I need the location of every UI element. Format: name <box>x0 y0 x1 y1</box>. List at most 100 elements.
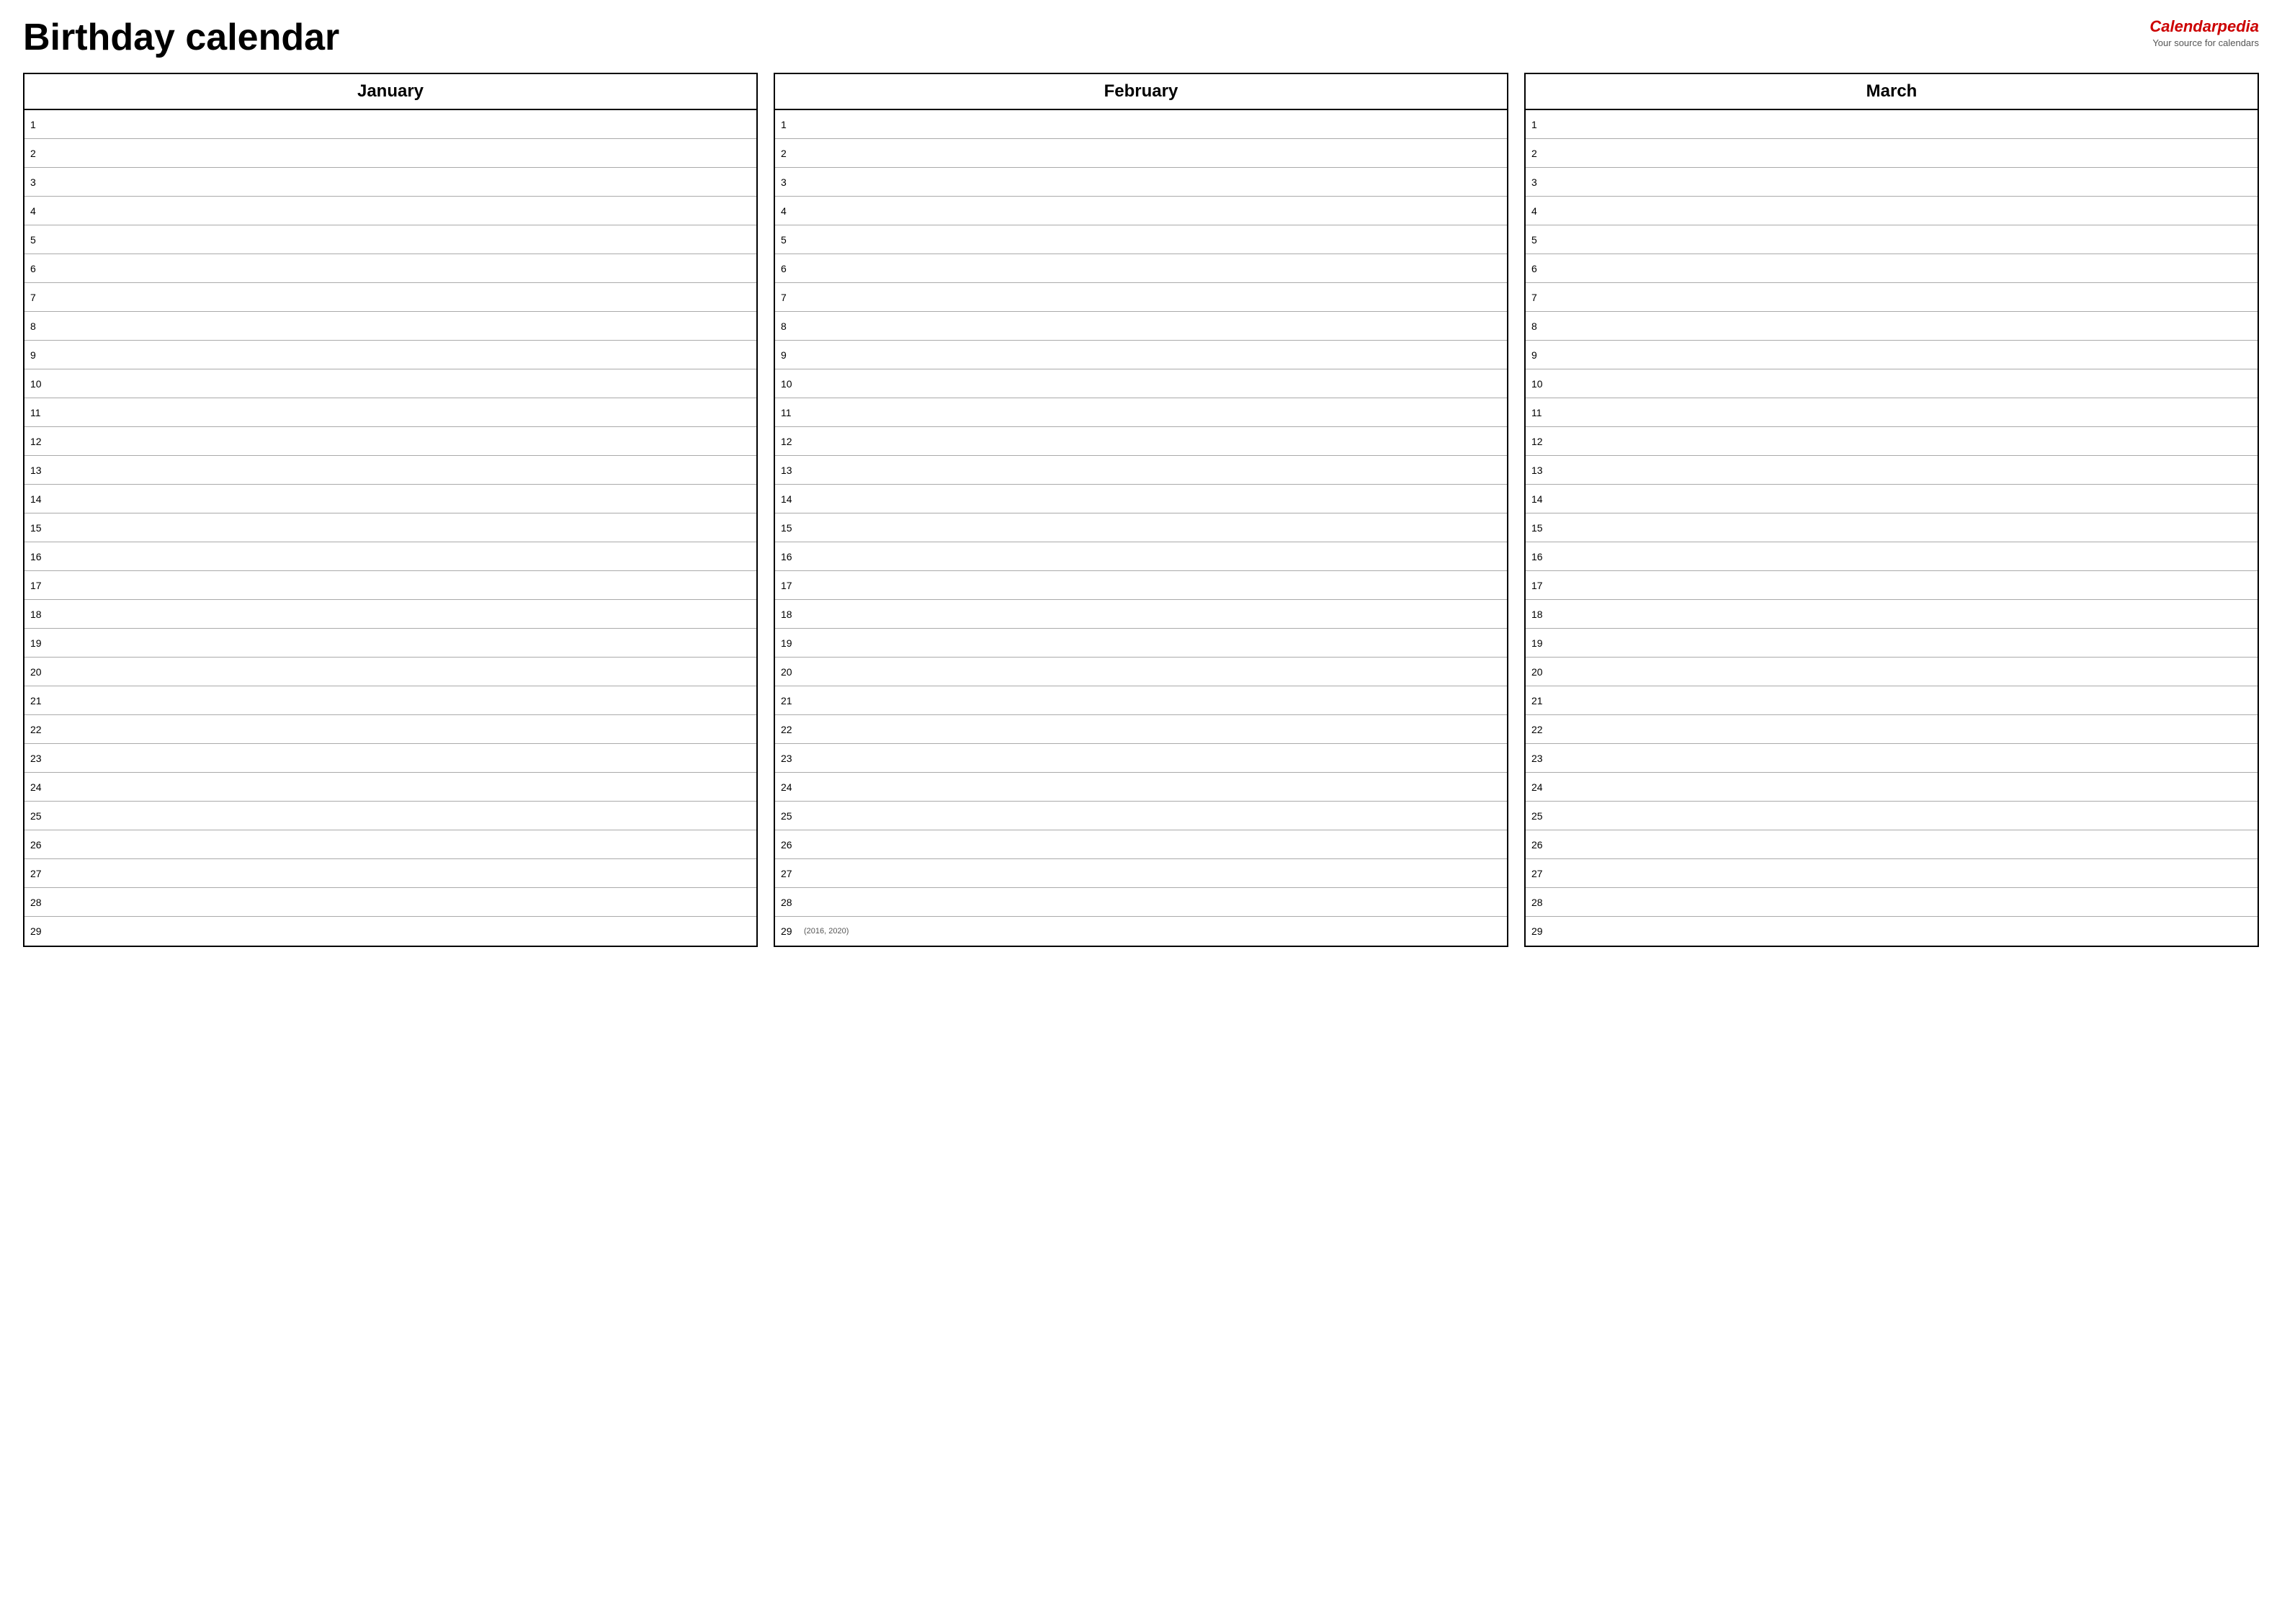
day-number: 2 <box>775 145 801 162</box>
day-number: 26 <box>24 836 50 853</box>
month-header-february: February <box>775 74 1507 110</box>
day-row: 7 <box>775 283 1507 312</box>
logo-subtitle: Your source for calendars <box>2149 37 2259 48</box>
day-number: 4 <box>775 202 801 220</box>
day-number: 4 <box>1526 202 1552 220</box>
day-row: 1 <box>775 110 1507 139</box>
day-number: 29 <box>775 923 801 940</box>
day-row: 18 <box>775 600 1507 629</box>
day-number: 12 <box>775 433 801 450</box>
day-row: 3 <box>24 168 756 197</box>
day-number: 10 <box>24 375 50 392</box>
day-row: 14 <box>775 485 1507 513</box>
day-row: 14 <box>1526 485 2258 513</box>
day-row: 27 <box>24 859 756 888</box>
day-row: 20 <box>775 658 1507 686</box>
day-row: 2 <box>775 139 1507 168</box>
day-row: 6 <box>1526 254 2258 283</box>
day-number: 9 <box>1526 346 1552 364</box>
day-number: 27 <box>1526 865 1552 882</box>
day-number: 7 <box>775 289 801 306</box>
day-number: 29 <box>24 923 50 940</box>
day-number: 13 <box>775 462 801 479</box>
day-number: 20 <box>775 663 801 681</box>
day-row: 7 <box>24 283 756 312</box>
day-row: 15 <box>775 513 1507 542</box>
day-row: 13 <box>24 456 756 485</box>
day-number: 22 <box>1526 721 1552 738</box>
day-number: 21 <box>775 692 801 709</box>
day-number: 11 <box>775 404 801 421</box>
day-number: 14 <box>775 490 801 508</box>
day-number: 5 <box>775 231 801 248</box>
day-row: 22 <box>1526 715 2258 744</box>
day-row: 17 <box>1526 571 2258 600</box>
day-row: 22 <box>24 715 756 744</box>
day-row: 19 <box>1526 629 2258 658</box>
logo-plain: Calendar <box>2149 17 2217 35</box>
day-row: 10 <box>24 369 756 398</box>
day-number: 19 <box>1526 634 1552 652</box>
day-row: 8 <box>1526 312 2258 341</box>
day-number: 9 <box>775 346 801 364</box>
month-calendar-january: January123456789101112131415161718192021… <box>23 73 758 947</box>
day-number: 1 <box>775 116 801 133</box>
day-row: 19 <box>775 629 1507 658</box>
logo-area: Calendarpedia Your source for calendars <box>2149 17 2259 48</box>
day-number: 3 <box>775 174 801 191</box>
day-row: 10 <box>775 369 1507 398</box>
day-row: 9 <box>775 341 1507 369</box>
day-row: 3 <box>1526 168 2258 197</box>
day-number: 16 <box>24 548 50 565</box>
day-number: 24 <box>1526 779 1552 796</box>
day-row: 17 <box>24 571 756 600</box>
day-number: 26 <box>1526 836 1552 853</box>
day-row: 9 <box>24 341 756 369</box>
month-calendar-february: February12345678910111213141516171819202… <box>774 73 1508 947</box>
day-number: 21 <box>1526 692 1552 709</box>
day-number: 14 <box>24 490 50 508</box>
day-number: 17 <box>775 577 801 594</box>
day-row: 29 <box>1526 917 2258 946</box>
day-row: 19 <box>24 629 756 658</box>
day-row: 29 <box>24 917 756 946</box>
day-number: 16 <box>1526 548 1552 565</box>
day-row: 16 <box>1526 542 2258 571</box>
day-row: 23 <box>24 744 756 773</box>
day-number: 17 <box>24 577 50 594</box>
day-number: 28 <box>775 894 801 911</box>
day-row: 9 <box>1526 341 2258 369</box>
day-row: 12 <box>1526 427 2258 456</box>
day-row: 13 <box>775 456 1507 485</box>
day-number: 21 <box>24 692 50 709</box>
day-row: 11 <box>1526 398 2258 427</box>
day-number: 18 <box>775 606 801 623</box>
day-row: 24 <box>1526 773 2258 802</box>
day-row: 29(2016, 2020) <box>775 917 1507 946</box>
day-number: 18 <box>1526 606 1552 623</box>
day-number: 15 <box>775 519 801 537</box>
day-number: 6 <box>775 260 801 277</box>
day-number: 2 <box>1526 145 1552 162</box>
day-number: 3 <box>24 174 50 191</box>
calendars-row: January123456789101112131415161718192021… <box>23 73 2259 947</box>
day-number: 1 <box>24 116 50 133</box>
day-number: 4 <box>24 202 50 220</box>
day-row: 12 <box>24 427 756 456</box>
day-row: 20 <box>24 658 756 686</box>
day-number: 11 <box>1526 404 1552 421</box>
day-row: 2 <box>1526 139 2258 168</box>
day-row: 18 <box>24 600 756 629</box>
day-number: 14 <box>1526 490 1552 508</box>
day-row: 6 <box>24 254 756 283</box>
day-number: 10 <box>775 375 801 392</box>
day-row: 3 <box>775 168 1507 197</box>
logo-text: Calendarpedia <box>2149 17 2259 36</box>
day-row: 26 <box>775 830 1507 859</box>
day-number: 8 <box>775 318 801 335</box>
day-number: 23 <box>1526 750 1552 767</box>
day-row: 17 <box>775 571 1507 600</box>
day-number: 10 <box>1526 375 1552 392</box>
day-number: 28 <box>24 894 50 911</box>
day-row: 6 <box>775 254 1507 283</box>
